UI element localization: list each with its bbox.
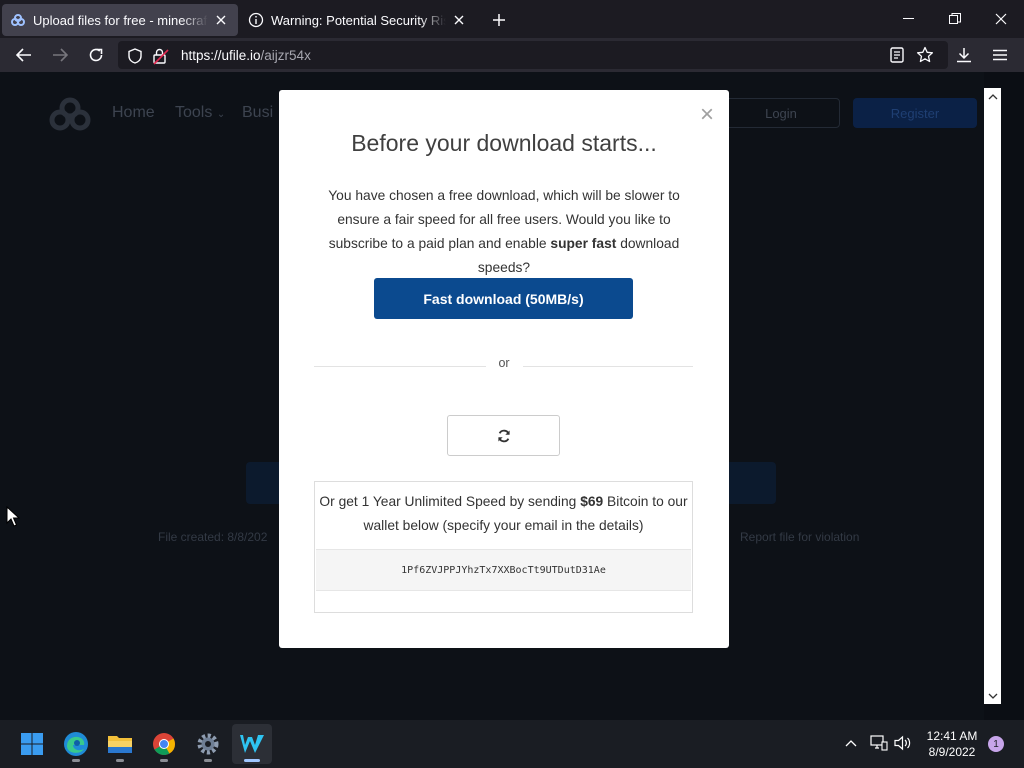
minimize-button[interactable]	[886, 4, 932, 34]
divider-right	[523, 366, 693, 367]
scroll-down-arrow-icon[interactable]	[984, 687, 1001, 704]
speaker-icon	[894, 735, 911, 751]
or-separator: or	[498, 356, 510, 370]
volume-button[interactable]	[892, 732, 914, 754]
ufile-logo-icon	[10, 12, 26, 28]
taskbar-chrome[interactable]	[144, 724, 184, 764]
nav-business-link[interactable]: Busi	[242, 104, 273, 122]
browser-tab-bar: Upload files for free - minecraft hy War…	[0, 0, 1024, 38]
running-indicator	[116, 759, 124, 762]
minimize-icon	[903, 18, 914, 19]
star-icon	[916, 46, 934, 63]
bitcoin-offer-box: Or get 1 Year Unlimited Speed by sending…	[314, 481, 693, 613]
fast-download-button[interactable]: Fast download (50MB/s)	[374, 278, 633, 319]
nav-home-link[interactable]: Home	[112, 104, 155, 122]
close-window-button[interactable]	[978, 4, 1024, 34]
modal-close-button[interactable]: ×	[696, 103, 718, 127]
refresh-icon	[497, 429, 510, 442]
arrow-right-icon	[53, 48, 68, 62]
back-button[interactable]	[10, 42, 38, 68]
downloads-button[interactable]	[950, 42, 978, 68]
ufile-logo-icon	[49, 97, 91, 131]
close-icon	[995, 13, 1007, 25]
bookmark-button[interactable]	[911, 42, 939, 68]
edge-icon	[64, 732, 88, 756]
network-button[interactable]	[868, 732, 890, 754]
reader-view-icon	[890, 47, 904, 63]
active-indicator	[244, 759, 260, 762]
forward-button[interactable]	[46, 42, 74, 68]
windows-taskbar: 12:41 AM 8/9/2022 1	[0, 720, 1024, 768]
tab-upload-files[interactable]: Upload files for free - minecraft hy	[2, 4, 238, 36]
running-indicator	[72, 759, 80, 762]
slow-download-button[interactable]	[447, 415, 560, 456]
restore-button[interactable]	[932, 4, 978, 34]
hamburger-menu-icon	[993, 49, 1007, 61]
page-scrollbar[interactable]	[984, 88, 1001, 704]
modal-description: You have chosen a free download, which w…	[328, 188, 680, 275]
network-icon	[870, 735, 888, 751]
close-tab-icon[interactable]	[450, 11, 468, 29]
url-text: https://ufile.io/aijzr54x	[181, 48, 311, 63]
new-tab-button[interactable]	[488, 9, 510, 31]
register-button[interactable]: Register	[853, 98, 977, 128]
nav-tools-link[interactable]: Tools ⌄	[175, 104, 225, 122]
file-explorer-icon	[108, 736, 132, 753]
file-created-text: File created: 8/8/202	[158, 530, 268, 544]
start-button[interactable]	[12, 724, 52, 764]
reload-button[interactable]	[82, 42, 110, 68]
download-icon	[957, 48, 971, 63]
tab-title: Upload files for free - minecraft hy	[33, 12, 208, 28]
running-indicator	[160, 759, 168, 762]
menu-button[interactable]	[986, 42, 1014, 68]
clock-date: 8/9/2022	[928, 745, 976, 759]
report-file-link[interactable]: Report file for violation	[740, 530, 859, 544]
close-tab-icon[interactable]	[212, 11, 230, 29]
address-bar[interactable]: https://ufile.io/aijzr54x	[118, 41, 948, 69]
plus-icon	[493, 14, 505, 26]
bitcoin-wallet-address[interactable]: 1Pf6ZVJPPJYhzTx7XXBocTt9UTDutD31Ae	[316, 549, 691, 591]
taskbar-file-explorer[interactable]	[100, 724, 140, 764]
tab-security-warning[interactable]: Warning: Potential Security Risk Ah	[240, 4, 476, 36]
show-hidden-icons-button[interactable]	[840, 732, 862, 754]
notification-badge[interactable]: 1	[988, 736, 1004, 752]
running-indicator	[204, 759, 212, 762]
page-viewport: Home Tools ⌄ Busi Login Register File cr…	[0, 72, 1024, 720]
info-circle-icon	[248, 12, 264, 28]
arrow-left-icon	[16, 48, 31, 62]
tab-title: Warning: Potential Security Risk Ah	[271, 12, 446, 28]
wondershare-icon	[240, 735, 264, 753]
chevron-down-icon: ⌄	[216, 109, 226, 120]
insecure-lock-icon[interactable]	[152, 47, 170, 65]
chevron-up-icon	[845, 740, 857, 747]
chrome-icon	[153, 733, 175, 755]
download-modal: × Before your download starts... You hav…	[279, 90, 729, 648]
restore-icon	[949, 13, 961, 24]
browser-toolbar: https://ufile.io/aijzr54x	[0, 38, 1024, 72]
divider-left	[314, 366, 486, 367]
scroll-up-arrow-icon[interactable]	[984, 88, 1001, 105]
system-clock[interactable]: 12:41 AM 8/9/2022	[916, 728, 988, 760]
settings-icon	[197, 733, 219, 755]
taskbar-edge[interactable]	[56, 724, 96, 764]
taskbar-wondershare[interactable]	[232, 724, 272, 764]
bitcoin-offer-text: Or get 1 Year Unlimited Speed by sending…	[319, 494, 688, 533]
windows-start-icon	[21, 733, 43, 755]
login-button[interactable]: Login	[722, 98, 840, 128]
clock-time: 12:41 AM	[926, 729, 978, 743]
shield-icon[interactable]	[126, 47, 144, 65]
reader-view-button[interactable]	[883, 42, 911, 68]
taskbar-settings[interactable]	[188, 724, 228, 764]
modal-title: Before your download starts...	[351, 130, 657, 156]
mouse-cursor-icon	[6, 506, 20, 527]
reload-icon	[89, 48, 103, 62]
